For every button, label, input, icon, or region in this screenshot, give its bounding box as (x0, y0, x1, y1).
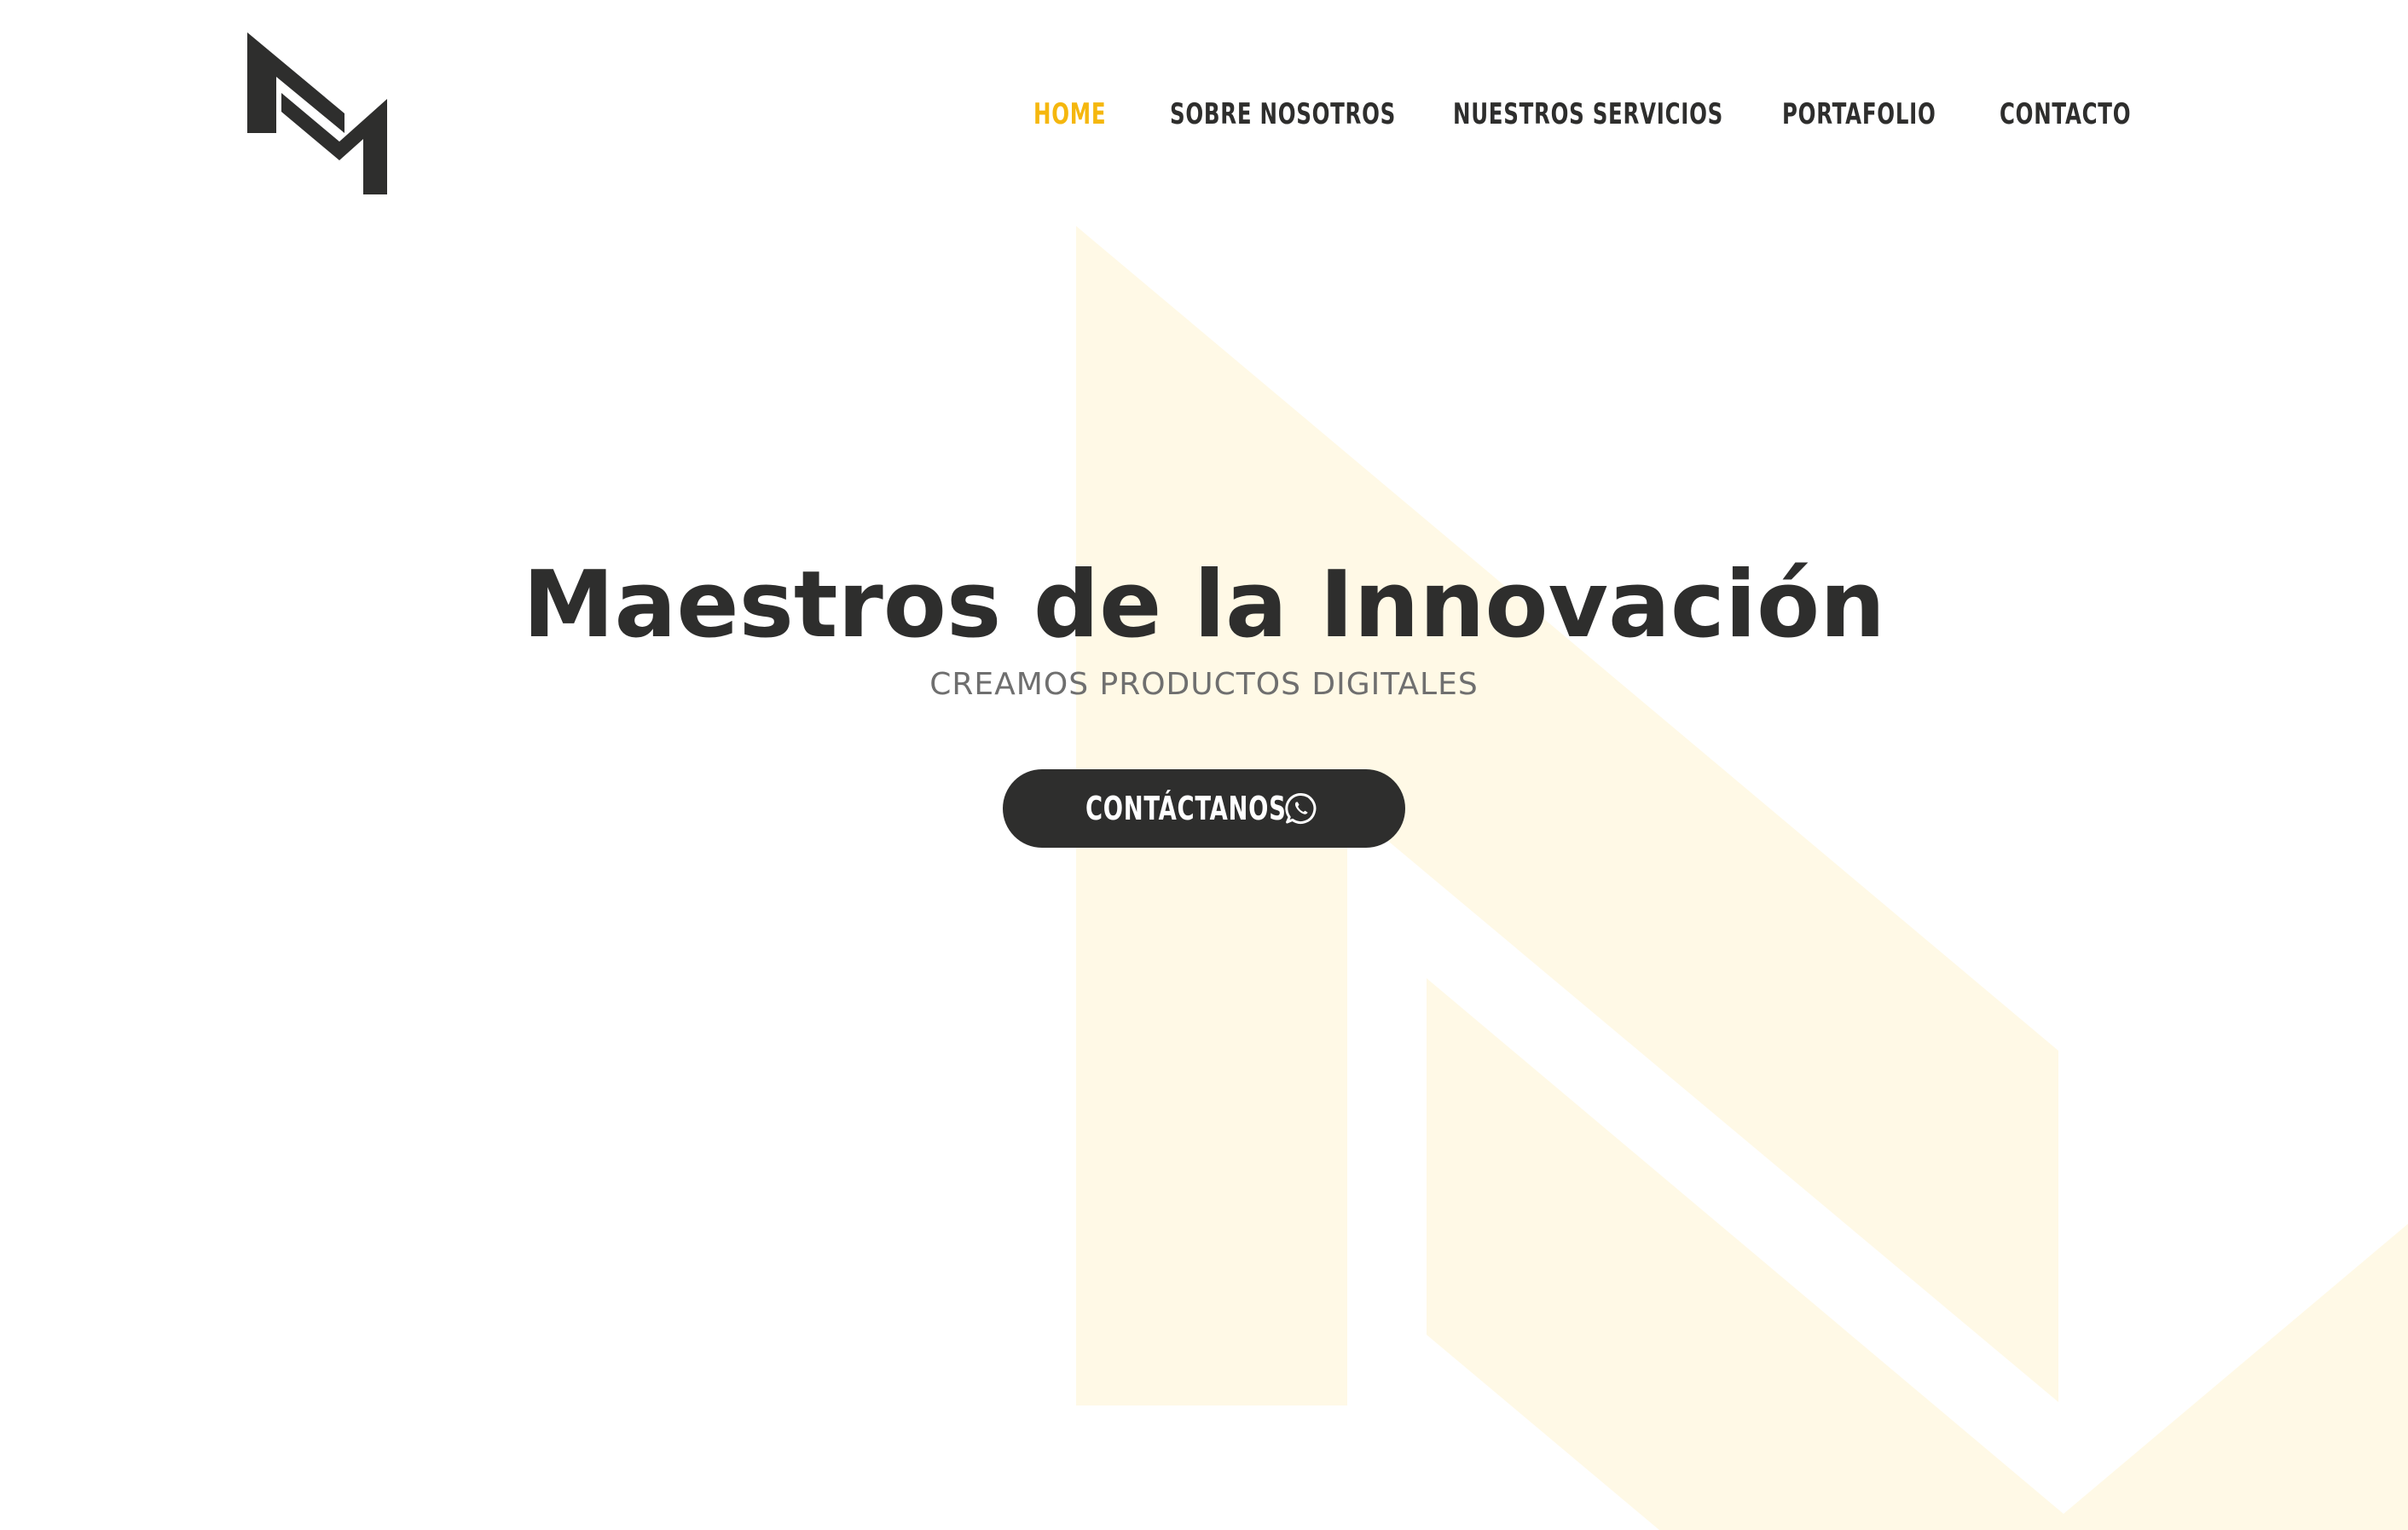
cta-label: CONTÁCTANOS (1085, 790, 1287, 827)
whatsapp-icon (1285, 792, 1317, 824)
hero-title: Maestros de la Innovación (522, 552, 1886, 658)
contact-cta-button[interactable]: CONTÁCTANOS (1003, 769, 1405, 848)
page: HOME SOBRE NOSOTROS NUESTROS SERVICIOS P… (0, 0, 2408, 1530)
hero-section: Maestros de la Innovación CREAMOS PRODUC… (0, 0, 2408, 1530)
hero-subtitle: CREAMOS PRODUCTOS DIGITALES (929, 667, 1479, 702)
